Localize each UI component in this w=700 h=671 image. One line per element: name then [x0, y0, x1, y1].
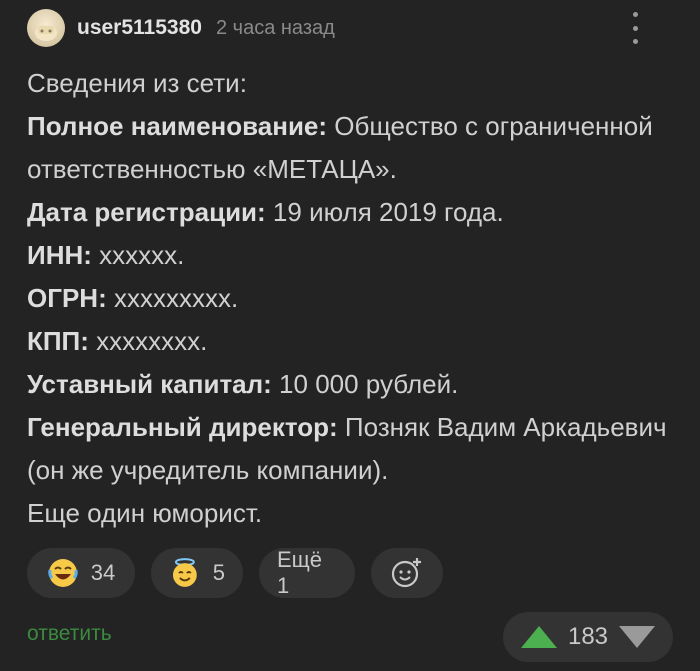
field-label: Дата регистрации: [27, 197, 266, 227]
field-registration-date: Дата регистрации: 19 июля 2019 года. [27, 191, 677, 234]
halo-smile-icon [172, 558, 197, 587]
reply-link[interactable]: ответить [27, 622, 112, 646]
field-value: 10 000 рублей. [271, 369, 459, 399]
field-label: ИНН: [27, 240, 92, 270]
username[interactable]: user5115380 [77, 16, 202, 40]
field-inn: ИНН: xxxxxx. [27, 234, 677, 277]
reaction-laugh-button[interactable]: 34 [27, 548, 135, 598]
field-label: ОГРН: [27, 283, 107, 313]
field-kpp: КПП: xxxxxxxx. [27, 320, 677, 363]
comment-intro: Сведения из сети: [27, 68, 247, 98]
field-capital: Уставный капитал: 10 000 рублей. [27, 363, 677, 406]
field-full-name: Полное наименование: Общество с ограниче… [27, 105, 677, 191]
field-label: Уставный капитал: [27, 369, 272, 399]
field-value: 19 июля 2019 года. [265, 197, 504, 227]
field-label: КПП: [27, 326, 89, 356]
field-director: Генеральный директор: Позняк Вадим Аркад… [27, 406, 677, 492]
field-label: Полное наименование: [27, 111, 328, 141]
field-ogrn: ОГРН: xxxxxxxxx. [27, 277, 677, 320]
comment-header: user5115380 2 часа назад [27, 8, 677, 48]
avatar-image-icon [35, 25, 57, 41]
field-label: Генеральный директор: [27, 412, 338, 442]
vote-score: 183 [567, 623, 609, 650]
upvote-arrow-icon[interactable] [520, 626, 557, 648]
field-value: xxxxxxxx. [88, 326, 208, 356]
vote-control: 183 [503, 612, 673, 662]
more-reactions-label: Ещё 1 [277, 547, 323, 598]
reaction-smile-count: 5 [212, 560, 225, 585]
laughing-face-icon [48, 559, 78, 587]
more-reactions-button[interactable]: Ещё 1 [259, 547, 355, 598]
add-emoji-icon [391, 558, 421, 588]
downvote-arrow-icon[interactable] [619, 626, 656, 648]
reaction-smile-button[interactable]: 5 [151, 548, 243, 598]
comment-body: Сведения из сети: Полное наименование: О… [27, 62, 677, 535]
field-value: xxxxxxxxx. [106, 283, 239, 313]
reactions-bar: 34 5 Ещё 1 [27, 547, 443, 598]
add-reaction-button[interactable] [371, 548, 443, 598]
comment-closing: Еще один юморист. [27, 498, 263, 528]
avatar[interactable] [27, 9, 65, 47]
field-value: xxxxxx. [91, 240, 185, 270]
reaction-laugh-count: 34 [90, 560, 116, 585]
more-options-icon[interactable] [623, 12, 647, 44]
timestamp: 2 часа назад [215, 16, 335, 39]
